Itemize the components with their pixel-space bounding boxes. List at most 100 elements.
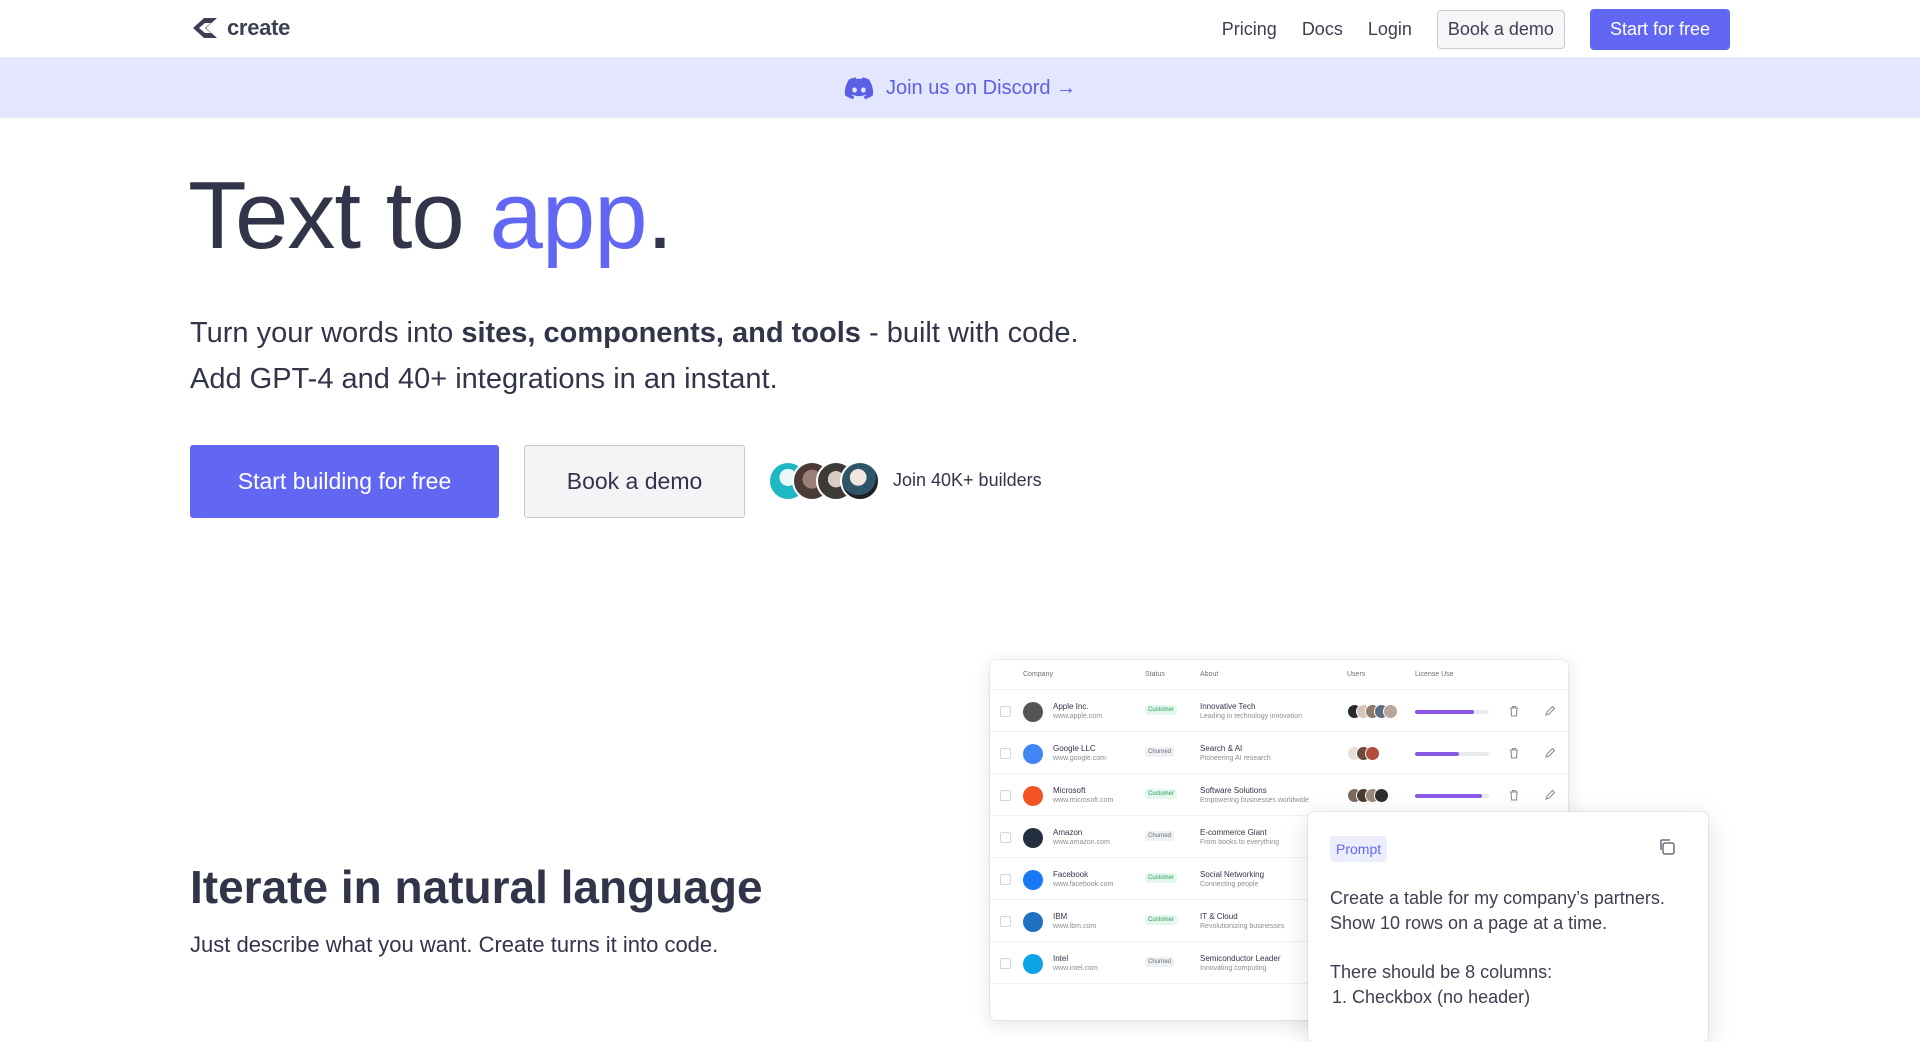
license-use-fill [1415,710,1475,714]
hero-title-accent: app [489,162,647,269]
company-logo-icon [1023,702,1043,722]
discord-banner: Join us on Discord → [0,58,1920,118]
discord-link[interactable]: Join us on Discord → [844,76,1076,100]
column-header-about: About [1200,671,1219,678]
about-subtitle: Leading in technology innovation [1200,713,1302,720]
company-name: Google LLC [1053,744,1096,753]
row-checkbox[interactable] [1000,748,1011,759]
company-logo-icon [1023,954,1043,974]
trash-icon[interactable] [1507,746,1521,760]
nav-link-docs[interactable]: Docs [1302,19,1343,40]
company-logo-icon [1023,912,1043,932]
company-url: www.apple.com [1053,713,1103,720]
company-name: Facebook [1053,870,1089,879]
hero-subtitle-line1: Turn your words into sites, components, … [190,310,1079,356]
about-subtitle: Revolutionizing businesses [1200,923,1285,930]
book-demo-button[interactable]: Book a demo [524,445,745,518]
create-logo-icon [193,18,217,38]
company-url: www.google.com [1053,755,1106,762]
top-nav: create Pricing Docs Login Book a demo St… [0,0,1920,58]
company-url: www.microsoft.com [1053,797,1114,804]
avatar [840,461,880,501]
table-row[interactable]: Apple Inc. www.apple.com Customer Innovativ… [990,690,1568,732]
about-subtitle: Pioneering AI research [1200,755,1271,762]
edit-icon[interactable] [1543,746,1557,760]
hero-sub-bold: sites, components, and tools [461,317,861,349]
edit-icon[interactable] [1543,788,1557,802]
avatar [1383,704,1398,719]
about-subtitle: From books to everything [1200,839,1279,846]
company-name: Intel [1053,954,1069,963]
prompt-line: There should be 8 columns: [1330,962,1553,982]
about-title: IT & Cloud [1200,912,1238,921]
about-subtitle: Empowering businesses worldwide [1200,797,1309,804]
about-subtitle: Innovating computing [1200,965,1267,972]
status-badge: Churned [1145,831,1175,841]
company-name: Apple Inc. [1053,702,1089,711]
prompt-card: Prompt Create a table for my company’s p… [1308,812,1708,1042]
about-title: Semiconductor Leader [1200,954,1281,963]
license-use-bar [1415,794,1489,798]
about-title: Innovative Tech [1200,702,1256,711]
avatar [1374,788,1389,803]
prompt-line: Show 10 rows on a page at a time. [1330,913,1608,933]
user-avatars [1347,746,1403,762]
column-header-status: Status [1145,671,1165,678]
edit-icon[interactable] [1543,704,1557,718]
discord-icon [844,77,874,100]
hero-title: Text to app. [188,168,673,264]
column-header-company: Company [1023,671,1053,678]
trash-icon[interactable] [1507,788,1521,802]
hero-sub-post: - built with code. [860,317,1079,349]
nav-book-demo-button[interactable]: Book a demo [1436,10,1565,49]
row-checkbox[interactable] [1000,706,1011,717]
hero-subtitle-line2: Add GPT-4 and 40+ integrations in an ins… [190,363,778,395]
company-name: Amazon [1053,828,1083,837]
prompt-tag: Prompt [1330,836,1388,862]
company-url: www.intel.com [1053,965,1098,972]
status-badge: Customer [1145,789,1178,799]
nav-link-pricing[interactable]: Pricing [1222,19,1277,40]
company-url: www.facebook.com [1053,881,1114,888]
hero-title-end: . [646,162,674,269]
nav-start-free-button[interactable]: Start for free [1589,9,1730,50]
status-badge: Customer [1145,873,1178,883]
avatar [1365,746,1380,761]
license-use-fill [1415,794,1482,798]
iterate-subtitle: Just describe what you want. Create turn… [190,932,719,957]
row-checkbox[interactable] [1000,874,1011,885]
column-header-license: License Use [1415,671,1454,678]
company-logo-icon [1023,828,1043,848]
hero-title-main: Text to [188,162,490,269]
about-title: Social Networking [1200,870,1265,879]
logo-text: create [227,15,291,40]
row-checkbox[interactable] [1000,958,1011,969]
copy-icon[interactable] [1658,838,1676,856]
builders-count-text: Join 40K+ builders [893,470,1042,490]
nav-link-login[interactable]: Login [1368,19,1412,40]
company-url: www.amazon.com [1053,839,1110,846]
start-building-button[interactable]: Start building for free [190,445,499,518]
user-avatars [1347,704,1403,720]
trash-icon[interactable] [1507,704,1521,718]
logo[interactable]: create [190,15,290,41]
hero-subtitle: Turn your words into sites, components, … [190,310,1079,402]
prompt-line: 1. Checkbox (no header) [1332,987,1531,1007]
license-use-bar [1415,710,1489,714]
row-checkbox[interactable] [1000,916,1011,927]
table-row[interactable]: Microsoft www.microsoft.com Customer Softwa… [990,774,1568,816]
license-use-fill [1415,752,1460,756]
row-checkbox[interactable] [1000,790,1011,801]
status-badge: Churned [1145,957,1175,967]
status-badge: Customer [1145,915,1178,925]
discord-banner-text: Join us on Discord → [885,76,1077,99]
about-subtitle: Connecting people [1200,881,1259,888]
status-badge: Customer [1145,705,1178,715]
table-row[interactable]: Google LLC www.google.com Churned Search & … [990,732,1568,774]
nav-links: Pricing Docs Login Book a demo Start for… [1222,9,1730,50]
iterate-title: Iterate in natural language [190,861,763,913]
row-checkbox[interactable] [1000,832,1011,843]
company-logo-icon [1023,870,1043,890]
prompt-text: Create a table for my company’s partners… [1330,886,1665,1010]
hero-sub-pre: Turn your words into [190,317,462,349]
